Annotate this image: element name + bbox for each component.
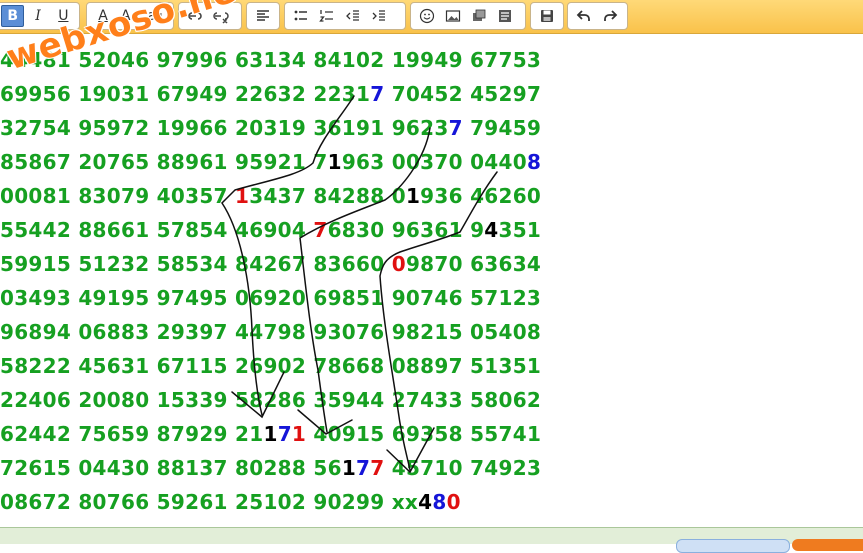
highlighted-digit: 7: [448, 116, 463, 140]
number-row: 03493 49195 97495 06920 69851 90746 5712…: [0, 283, 541, 313]
numbered-list-icon: [319, 10, 333, 22]
floppy-icon: [541, 10, 553, 22]
outdent-button[interactable]: [341, 5, 365, 27]
digit-text: 03493 49195 97495 06920 69851 90746 5712…: [0, 286, 542, 310]
insert-group: [410, 2, 526, 30]
digit-text: 963 00370 0440: [341, 150, 527, 174]
number-row: 58222 45631 67115 26902 78668 08897 5135…: [0, 351, 541, 381]
media-icon: [473, 9, 486, 21]
digit-text: 3437 84288 0: [249, 184, 406, 208]
highlighted-digit: 1: [263, 422, 278, 446]
indent-icon: [372, 10, 385, 21]
preview-button[interactable]: [676, 539, 790, 553]
digit-text: 00081 83079 40357: [0, 184, 236, 208]
digit-text: 59915 51232 58534 84267 83660: [0, 252, 392, 276]
highlighted-digit: 4: [418, 490, 433, 514]
image-icon: [445, 10, 461, 22]
save-group: [530, 2, 564, 30]
digit-text: 351: [498, 218, 542, 242]
digit-text: 32754 95972 19966 20319 36191 9623: [0, 116, 449, 140]
number-row: 55442 88661 57854 46904 76830 96361 9435…: [0, 215, 541, 245]
undo-icon: [576, 10, 590, 21]
redo-icon: [604, 10, 618, 21]
highlighted-digit: 7: [370, 82, 385, 106]
digit-text: 79459: [462, 116, 542, 140]
digit-text: 96894 06883 29397 44798 93076 98215 0540…: [0, 320, 542, 344]
highlighted-digit: 0: [391, 252, 406, 276]
digit-text: 40915 69358 55741: [306, 422, 542, 446]
digit-text: 45710 74923: [384, 456, 542, 480]
indent-button[interactable]: [367, 5, 391, 27]
editor-content[interactable]: 44481 52046 97996 63134 84102 19949 6775…: [0, 35, 863, 527]
highlighted-digit: 7: [370, 456, 385, 480]
digit-text: 936 46260: [420, 184, 542, 208]
digit-text: 72615 04430 88137 80288 56: [0, 456, 342, 480]
number-row: 59915 51232 58534 84267 83660 09870 6363…: [0, 249, 541, 279]
digit-text: 22406 20080 15339 58286 35944 27433 5806…: [0, 388, 542, 412]
number-row: 85867 20765 88961 95921 71963 00370 0440…: [0, 147, 541, 177]
numbered-list-button[interactable]: [315, 5, 339, 27]
digit-text: 55442 88661 57854 46904: [0, 218, 314, 242]
digit-text: 70452 45297: [384, 82, 542, 106]
number-row: 32754 95972 19966 20319 36191 96237 7945…: [0, 113, 541, 143]
highlighted-digit: 1: [291, 422, 307, 446]
highlighted-digit: 1: [327, 150, 342, 174]
number-row: 96894 06883 29397 44798 93076 98215 0540…: [0, 317, 541, 347]
align-group: [246, 2, 280, 30]
smiley-icon: [419, 8, 435, 24]
digit-text: 6830 96361 9: [327, 218, 485, 242]
history-group: [567, 2, 628, 30]
highlighted-digit: 4: [484, 218, 499, 242]
undo-button[interactable]: [572, 5, 596, 27]
number-row: 62442 75659 87929 21171 40915 69358 5574…: [0, 419, 541, 449]
bold-button[interactable]: B: [1, 5, 25, 27]
highlighted-digit: 8: [432, 490, 447, 514]
list-group: [284, 2, 406, 30]
outdent-icon: [346, 10, 359, 21]
highlighted-digit: 7: [313, 218, 328, 242]
number-row: 22406 20080 15339 58286 35944 27433 5806…: [0, 385, 541, 415]
highlighted-digit: 7: [277, 422, 292, 446]
redo-button[interactable]: [598, 5, 622, 27]
save-button[interactable]: [535, 5, 559, 27]
digit-text: 58222 45631 67115 26902 78668 08897 5135…: [0, 354, 542, 378]
highlighted-digit: 1: [235, 184, 250, 208]
bullet-list-icon: [294, 10, 307, 21]
digit-text: 62442 75659 87929 21: [0, 422, 264, 446]
align-left-button[interactable]: [251, 5, 275, 27]
insert-media-button[interactable]: [467, 5, 491, 27]
emoticon-button[interactable]: [415, 5, 439, 27]
highlighted-digit: 1: [341, 456, 357, 480]
number-row: 00081 83079 40357 13437 84288 01936 4626…: [0, 181, 541, 211]
italic-button[interactable]: I: [26, 5, 49, 27]
digit-text: 9870 63634: [405, 252, 542, 276]
insert-quote-button[interactable]: [493, 5, 517, 27]
highlighted-digit: 7: [356, 456, 371, 480]
digit-text: 85867 20765 88961 95921 7: [0, 150, 328, 174]
digit-text: 69956 19031 67949 22632 2231: [0, 82, 371, 106]
digit-text: 08672 80766 59261 25102 90299 xx: [0, 490, 419, 514]
number-row: 72615 04430 88137 80288 56177 45710 7492…: [0, 453, 541, 483]
align-left-icon: [257, 10, 269, 21]
insert-image-button[interactable]: [441, 5, 465, 27]
highlighted-digit: 0: [446, 490, 461, 514]
highlighted-digit: 1: [405, 184, 421, 208]
submit-button[interactable]: [792, 539, 863, 551]
number-row: 69956 19031 67949 22632 22317 70452 4529…: [0, 79, 541, 109]
quote-icon: [499, 10, 511, 22]
highlighted-digit: 8: [526, 150, 542, 174]
number-row: 08672 80766 59261 25102 90299 xx480: [0, 487, 461, 517]
bullet-list-button[interactable]: [289, 5, 313, 27]
